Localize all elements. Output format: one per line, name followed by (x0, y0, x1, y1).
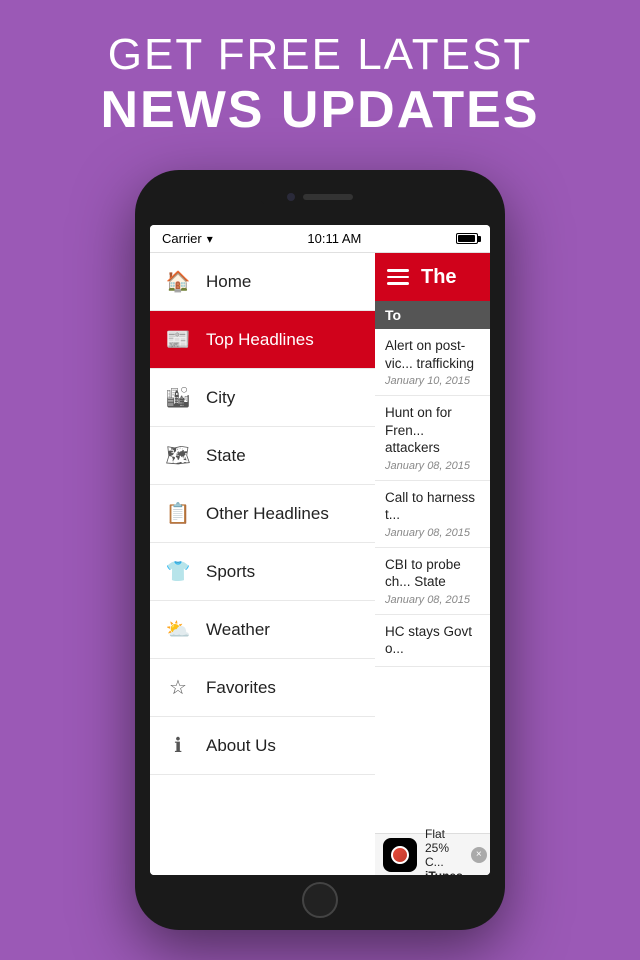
phone-speaker (303, 194, 353, 200)
sidebar-item-about-us[interactable]: ℹ About Us (150, 717, 375, 775)
sidebar-item-top-headlines[interactable]: 📰 Top Headlines (150, 311, 375, 369)
sidebar-label-home: Home (206, 272, 251, 292)
news-headline: HC stays Govt o... (385, 623, 480, 658)
sidebar-item-home[interactable]: 🏠 Home (150, 253, 375, 311)
sidebar-label-state: State (206, 446, 246, 466)
status-bar: Carrier ▾ 10:11 AM (150, 225, 490, 253)
sidebar-item-sports[interactable]: 👕 Sports (150, 543, 375, 601)
news-item[interactable]: CBI to probe ch... State January 08, 2015 (375, 548, 490, 615)
page-header: GET FREE LATEST NEWS UPDATES (0, 0, 640, 160)
sidebar-item-city[interactable]: 🏙 City (150, 369, 375, 427)
sidebar-label-about-us: About Us (206, 736, 276, 756)
news-date: January 08, 2015 (385, 460, 480, 472)
sidebar-item-other-headlines[interactable]: 📋 Other Headlines (150, 485, 375, 543)
sidebar: 🏠 Home 📰 Top Headlines 🏙 City 🗺 State 📋 Other Hea… (150, 253, 375, 875)
sports-icon: 👕 (164, 559, 192, 584)
status-right (456, 233, 478, 244)
status-left: Carrier ▾ (162, 231, 213, 246)
itunes-text: Flat 25% C... iTunes (425, 827, 463, 876)
time-label: 10:11 AM (307, 231, 361, 246)
content-panel: The To Alert on post-vic... trafficking J… (375, 253, 490, 875)
news-item[interactable]: Call to harness t... January 08, 2015 (375, 481, 490, 548)
news-headline: Call to harness t... (385, 489, 480, 524)
sidebar-label-favorites: Favorites (206, 678, 276, 698)
other-headlines-icon: 📋 (164, 501, 192, 526)
phone-shell: Carrier ▾ 10:11 AM 🏠 Home 📰 Top Headlines 🏙 C… (135, 170, 505, 930)
news-headline: CBI to probe ch... State (385, 556, 480, 591)
app-title: The (421, 266, 457, 289)
section-header: To (375, 301, 490, 329)
itunes-promo: Flat 25% C... (425, 827, 449, 869)
news-date: January 08, 2015 (385, 527, 480, 539)
battery-fill (458, 235, 475, 242)
sidebar-label-city: City (206, 388, 235, 408)
news-item[interactable]: Alert on post-vic... trafficking January … (375, 329, 490, 396)
news-item[interactable]: HC stays Govt o... (375, 615, 490, 667)
home-icon: 🏠 (164, 269, 192, 294)
state-icon: 🗺 (164, 443, 192, 468)
sidebar-item-favorites[interactable]: ☆ Favorites (150, 659, 375, 717)
header-line1: GET FREE LATEST (0, 30, 640, 80)
weather-icon: ⛅ (164, 617, 192, 642)
app-topbar: The (375, 253, 490, 301)
news-date: January 10, 2015 (385, 375, 480, 387)
hamburger-button[interactable] (387, 269, 409, 285)
itunes-icon-inner (391, 846, 409, 864)
sidebar-label-sports: Sports (206, 562, 255, 582)
news-headline: Hunt on for Fren... attackers (385, 404, 480, 457)
top-headlines-icon: 📰 (164, 327, 192, 352)
favorites-icon: ☆ (164, 675, 192, 700)
app-content: 🏠 Home 📰 Top Headlines 🏙 City 🗺 State 📋 Other Hea… (150, 253, 490, 875)
phone-screen: Carrier ▾ 10:11 AM 🏠 Home 📰 Top Headlines 🏙 C… (150, 225, 490, 875)
itunes-banner: Flat 25% C... iTunes × (375, 833, 490, 875)
news-date: January 08, 2015 (385, 594, 480, 606)
home-button[interactable] (302, 882, 338, 918)
sidebar-item-state[interactable]: 🗺 State (150, 427, 375, 485)
itunes-label: iTunes (425, 869, 463, 876)
news-list[interactable]: Alert on post-vic... trafficking January … (375, 329, 490, 833)
battery-icon (456, 233, 478, 244)
sidebar-label-weather: Weather (206, 620, 270, 640)
news-item[interactable]: Hunt on for Fren... attackers January 08,… (375, 396, 490, 481)
sidebar-label-other-headlines: Other Headlines (206, 504, 329, 524)
carrier-label: Carrier (162, 231, 202, 246)
about-us-icon: ℹ (164, 733, 192, 758)
news-headline: Alert on post-vic... trafficking (385, 337, 480, 372)
phone-notch (260, 188, 380, 206)
itunes-close-button[interactable]: × (471, 847, 487, 863)
sidebar-label-top-headlines: Top Headlines (206, 330, 314, 350)
wifi-icon: ▾ (207, 232, 213, 246)
section-title: To (385, 307, 401, 323)
phone-camera (287, 193, 295, 201)
itunes-icon (383, 838, 417, 872)
sidebar-item-weather[interactable]: ⛅ Weather (150, 601, 375, 659)
header-line2: NEWS UPDATES (0, 80, 640, 140)
city-icon: 🏙 (164, 385, 192, 410)
